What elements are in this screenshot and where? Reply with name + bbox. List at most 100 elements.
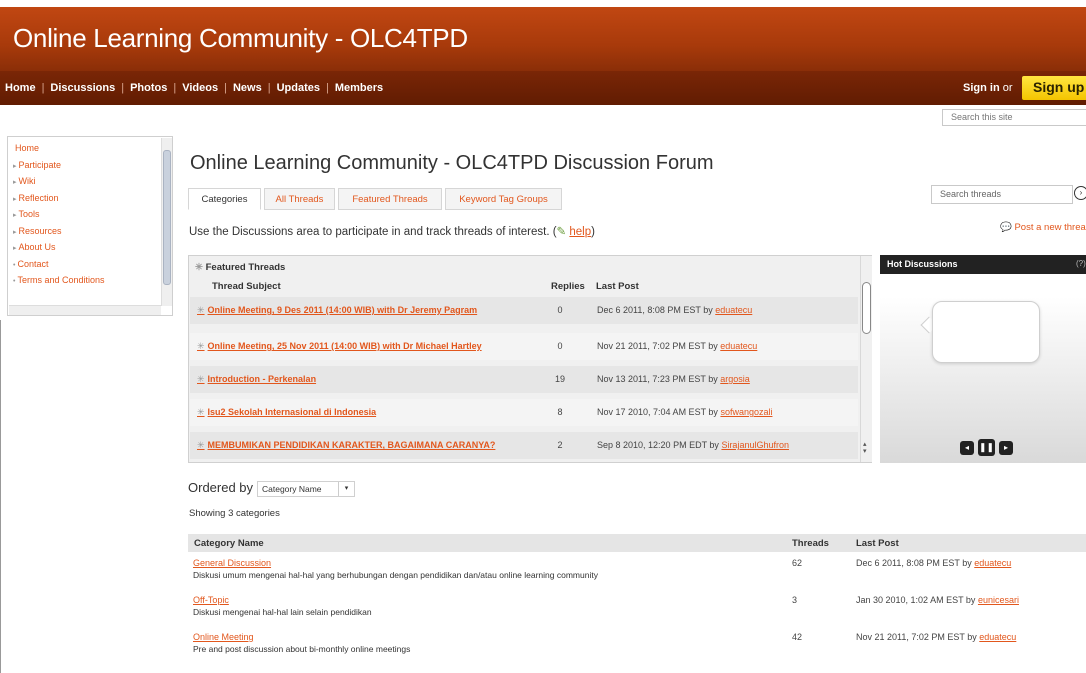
nav-links: Home | Discussions | Photos | Videos | News | Upda… bbox=[5, 82, 384, 94]
help-icon[interactable]: (?) bbox=[1076, 259, 1086, 268]
sidebar-vertical-scrollbar[interactable] bbox=[161, 138, 172, 306]
sidebar-item-resources[interactable]: ▸ Resources bbox=[13, 224, 105, 241]
thread-last-post: Dec 6 2011, 8:08 PM EST by eduatecu bbox=[597, 305, 753, 315]
category-link[interactable]: General Discussion bbox=[193, 558, 271, 568]
category-thread-count: 3 bbox=[792, 595, 798, 605]
category-row: Online Meeting Pre and post discussion a… bbox=[188, 627, 1086, 660]
site-title[interactable]: Online Learning Community - OLC4TPD bbox=[13, 23, 468, 54]
featured-threads-panel: ✳ Featured Threads Thread Subject Replie… bbox=[188, 255, 872, 463]
sidebar-item-wiki[interactable]: ▸ Wiki bbox=[13, 174, 105, 191]
thread-replies: 0 bbox=[557, 305, 563, 315]
post-new-thread-link[interactable]: 💬 Post a new threa bbox=[1000, 222, 1086, 233]
hot-discussions-panel: Hot Discussions (?) ◂ ❚❚ ▸ bbox=[880, 255, 1086, 463]
thread-last-post: Nov 17 2010, 7:04 AM EST by sofwangozali bbox=[597, 407, 773, 417]
main-nav: Home | Discussions | Photos | Videos | News | Upda… bbox=[0, 71, 1086, 105]
author-link[interactable]: argosia bbox=[720, 374, 750, 384]
featured-scrollbar[interactable]: ▴ ▾ bbox=[860, 256, 872, 462]
star-icon: ✳ bbox=[197, 305, 205, 315]
sidebar-item-participate[interactable]: ▸ Participate bbox=[13, 158, 105, 175]
thread-last-post: Nov 13 2011, 7:23 PM EST by argosia bbox=[597, 374, 750, 384]
pause-icon[interactable]: ❚❚ bbox=[978, 439, 995, 456]
featured-scroll-thumb[interactable] bbox=[862, 282, 871, 334]
discussion-bubble[interactable] bbox=[932, 301, 1040, 363]
thread-replies: 19 bbox=[554, 374, 565, 384]
nav-videos[interactable]: Videos bbox=[182, 82, 218, 94]
thread-link[interactable]: ✳ Isu2 Sekolah Internasional di Indonesia bbox=[197, 407, 376, 418]
category-link[interactable]: Off-Topic bbox=[193, 595, 229, 605]
nav-news[interactable]: News bbox=[233, 82, 262, 94]
author-link[interactable]: sofwangozali bbox=[720, 407, 772, 417]
site-header: Online Learning Community - OLC4TPD bbox=[0, 7, 1086, 71]
sidebar-item-reflection[interactable]: ▸ Reflection bbox=[13, 191, 105, 208]
category-description: Pre and post discussion about bi-monthly… bbox=[193, 644, 411, 654]
sign-in-link[interactable]: Sign in bbox=[963, 82, 1000, 94]
sidebar-scroll-thumb[interactable] bbox=[163, 150, 171, 285]
author-link[interactable]: eduatecu bbox=[715, 305, 752, 315]
sidebar-item-home[interactable]: Home bbox=[13, 141, 105, 158]
thread-link[interactable]: ✳ Introduction - Perkenalan bbox=[197, 374, 316, 385]
featured-thread-row: ✳ Online Meeting, 9 Des 2011 (14:00 WIB) … bbox=[190, 297, 858, 324]
category-description: Diskusi umum mengenai hal-hal yang berhu… bbox=[193, 570, 598, 580]
column-thread-subject: Thread Subject bbox=[212, 281, 281, 292]
chevron-down-icon[interactable]: ▾ bbox=[338, 482, 354, 496]
nav-home[interactable]: Home bbox=[5, 82, 36, 94]
tab-featured-threads[interactable]: Featured Threads bbox=[338, 188, 442, 210]
author-link[interactable]: SirajanulGhufron bbox=[721, 440, 789, 450]
author-link[interactable]: eduatecu bbox=[720, 341, 757, 351]
scroll-arrows-icon[interactable]: ▴ ▾ bbox=[863, 441, 867, 455]
previous-icon[interactable]: ◂ bbox=[960, 441, 974, 455]
nav-discussions[interactable]: Discussions bbox=[50, 82, 115, 94]
category-thread-count: 62 bbox=[792, 558, 803, 568]
sidebar-item-tools[interactable]: ▸ Tools bbox=[13, 207, 105, 224]
top-border bbox=[0, 0, 1086, 7]
ordered-by-label: Ordered by bbox=[188, 480, 254, 495]
categories-table-header: Category Name Threads Last Post bbox=[188, 534, 1086, 552]
star-icon: ✳ bbox=[197, 407, 205, 417]
sidebar-item-terms[interactable]: • Terms and Conditions bbox=[13, 273, 105, 290]
site-search-input[interactable]: Search this site bbox=[942, 109, 1086, 126]
star-icon: ✳ bbox=[197, 374, 205, 384]
nav-members[interactable]: Members bbox=[335, 82, 383, 94]
search-go-icon[interactable]: › bbox=[1074, 186, 1086, 200]
order-select[interactable]: Category Name ▾ bbox=[257, 481, 355, 497]
featured-thread-row: ✳ MEMBUMIKAN PENDIDIKAN KARAKTER, BAGAIMA… bbox=[190, 432, 858, 459]
tab-all-threads[interactable]: All Threads bbox=[264, 188, 335, 210]
sign-up-button[interactable]: Sign up bbox=[1022, 76, 1086, 100]
next-icon[interactable]: ▸ bbox=[999, 441, 1013, 455]
column-cat-last-post: Last Post bbox=[856, 538, 899, 549]
category-last-post: Jan 30 2010, 1:02 AM EST by eunicesari bbox=[856, 595, 1019, 605]
category-link[interactable]: Online Meeting bbox=[193, 632, 254, 642]
sidebar-item-contact[interactable]: • Contact bbox=[13, 257, 105, 274]
category-row: General Discussion Diskusi umum mengenai… bbox=[188, 553, 1086, 586]
intro-text: Use the Discussions area to participate … bbox=[189, 226, 595, 238]
author-link[interactable]: eduatecu bbox=[974, 558, 1011, 568]
author-link[interactable]: eunicesari bbox=[978, 595, 1019, 605]
nav-updates[interactable]: Updates bbox=[277, 82, 320, 94]
thread-link[interactable]: ✳ Online Meeting, 9 Des 2011 (14:00 WIB) … bbox=[197, 305, 477, 316]
category-description: Diskusi mengenai hal-hal lain selain pen… bbox=[193, 607, 372, 617]
pencil-icon: ✎ bbox=[556, 226, 570, 238]
thread-link[interactable]: ✳ MEMBUMIKAN PENDIDIKAN KARAKTER, BAGAIMA… bbox=[197, 440, 495, 451]
showing-count: Showing 3 categories bbox=[189, 508, 280, 519]
featured-threads-title: ✳ Featured Threads bbox=[195, 262, 286, 273]
nav-photos[interactable]: Photos bbox=[130, 82, 167, 94]
sidebar-item-about-us[interactable]: ▸ About Us bbox=[13, 240, 105, 257]
sidebar-horizontal-scrollbar[interactable] bbox=[9, 305, 161, 315]
thread-replies: 2 bbox=[557, 440, 563, 450]
sign-in-area: Sign in or bbox=[963, 82, 1013, 94]
column-category-name: Category Name bbox=[194, 538, 264, 549]
speech-bubble-icon: 💬 bbox=[1000, 222, 1015, 233]
help-link[interactable]: help bbox=[569, 226, 591, 238]
category-row: Off-Topic Diskusi mengenai hal-hal lain … bbox=[188, 590, 1086, 623]
author-link[interactable]: eduatecu bbox=[979, 632, 1016, 642]
left-divider bbox=[0, 320, 1, 673]
tab-categories[interactable]: Categories bbox=[188, 188, 261, 210]
tab-keyword-tag-groups[interactable]: Keyword Tag Groups bbox=[445, 188, 562, 210]
thread-link[interactable]: ✳ Online Meeting, 25 Nov 2011 (14:00 WIB)… bbox=[197, 341, 482, 352]
featured-thread-row: ✳ Online Meeting, 25 Nov 2011 (14:00 WIB)… bbox=[190, 333, 858, 360]
thread-replies: 8 bbox=[557, 407, 563, 417]
sidebar-menu: Home ▸ Participate ▸ Wiki ▸ Reflection ▸ Too… bbox=[7, 136, 173, 316]
sign-in-or: or bbox=[1002, 82, 1013, 94]
thread-last-post: Sep 8 2010, 12:20 PM EDT by SirajanulGhu… bbox=[597, 440, 789, 450]
thread-search-input[interactable]: Search threads bbox=[931, 185, 1073, 204]
